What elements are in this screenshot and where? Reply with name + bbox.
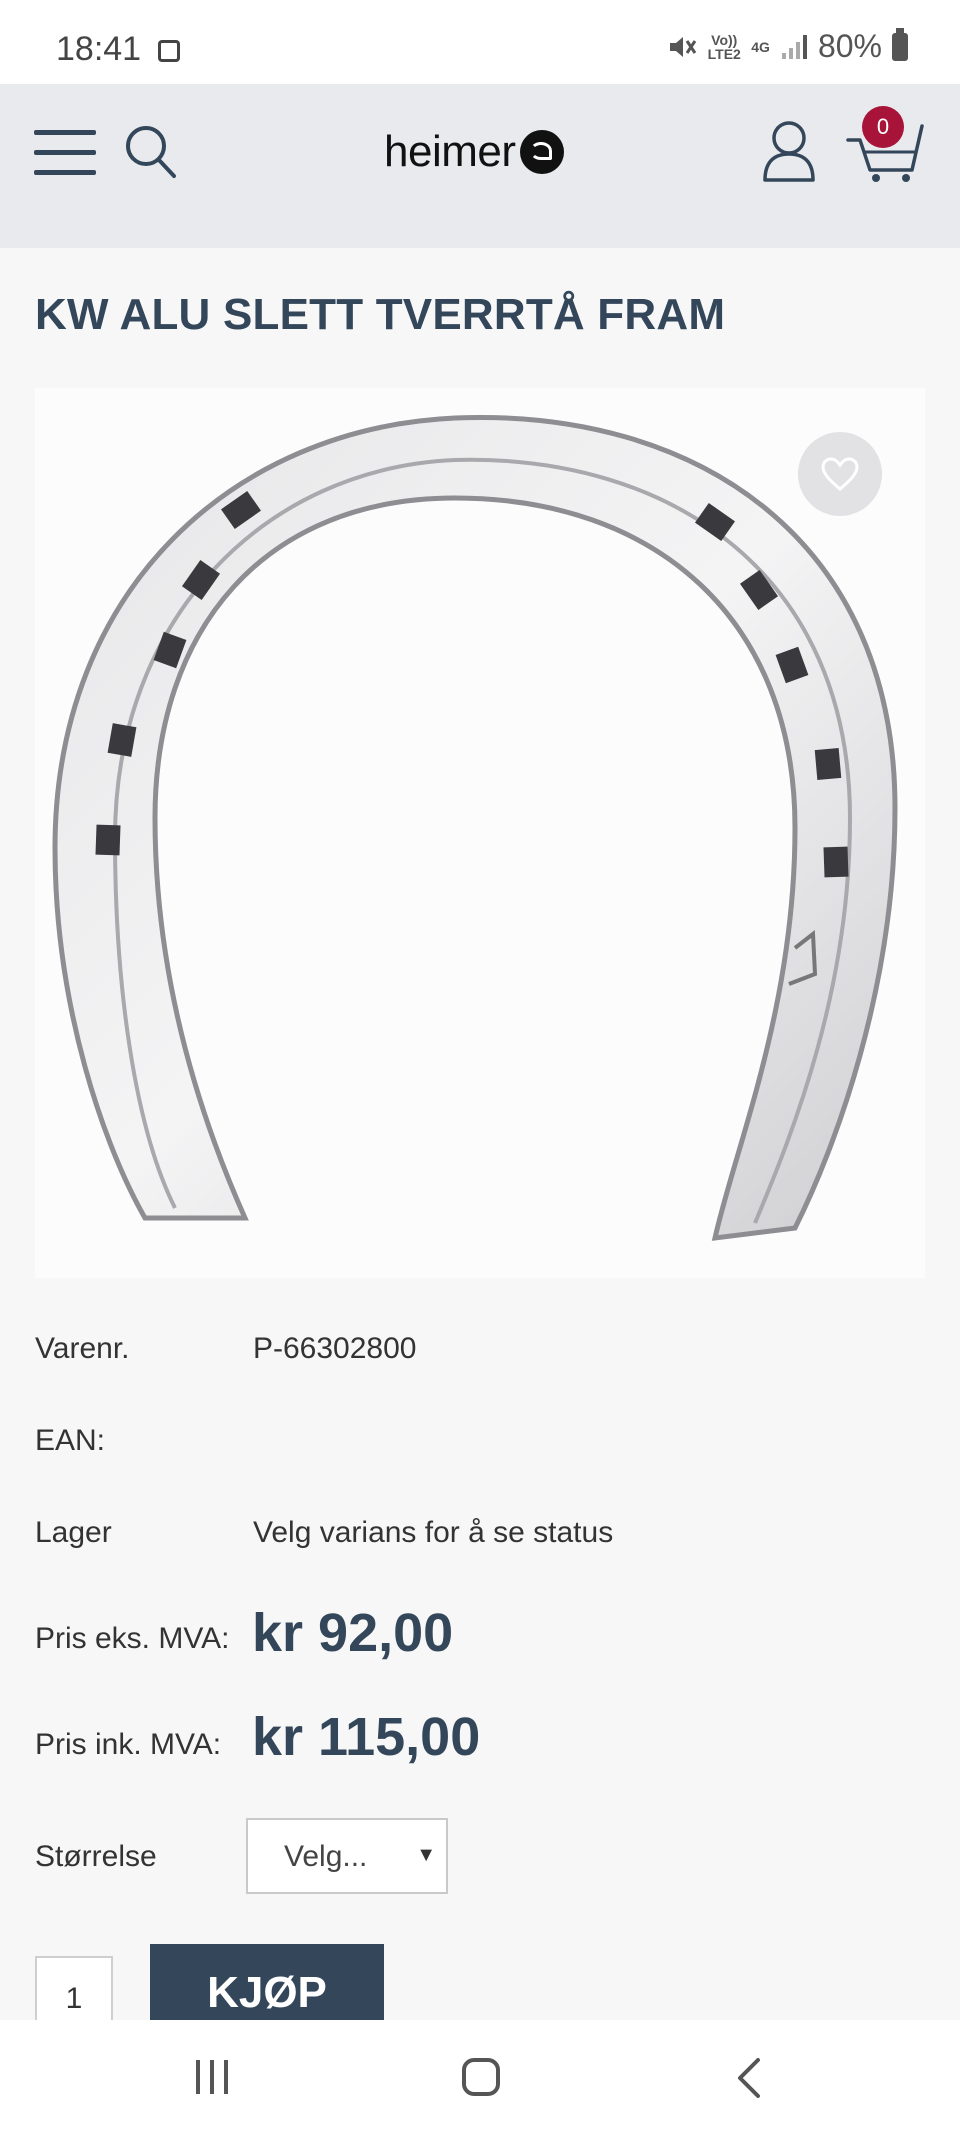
horseshoe-image[interactable] (35, 388, 925, 1278)
product-title: KW ALU SLETT TVERRTÅ FRAM (35, 290, 726, 339)
size-select[interactable]: Velg... ▼ (246, 1818, 448, 1894)
detail-label: EAN: (35, 1424, 106, 1457)
heart-icon (821, 457, 859, 491)
recent-apps-icon[interactable] (194, 2060, 232, 2094)
size-selected-value: Velg... (284, 1840, 368, 1873)
alarm-icon (158, 40, 180, 62)
menu-icon[interactable] (34, 130, 96, 176)
favorite-button[interactable] (798, 432, 882, 516)
price-inc-vat-label: Pris ink. MVA: (35, 1728, 222, 1761)
site-logo[interactable]: heimer (384, 124, 564, 180)
network-label: Vo)) LTE2 (707, 31, 741, 62)
detail-row-ean: EAN: (35, 1424, 253, 1458)
cart-count-badge[interactable]: 0 (862, 106, 904, 148)
mute-icon (670, 36, 697, 57)
signal-icon (781, 34, 807, 59)
detail-value: Velg varians for å se status (253, 1516, 614, 1549)
user-account-icon[interactable] (760, 118, 818, 184)
dropdown-arrow-icon: ▼ (416, 1844, 436, 1866)
size-label: Størrelse (35, 1840, 157, 1873)
detail-row-stock: Lager Velg varians for å se status (35, 1516, 613, 1550)
status-indicators: Vo)) LTE2 4G 80% (667, 27, 908, 65)
network-4g-label: 4G (751, 38, 770, 55)
price-inc-vat: kr 115,00 (252, 1707, 481, 1767)
detail-value: P-66302800 (253, 1332, 417, 1365)
status-time: 18:41 (56, 30, 142, 68)
buy-button[interactable]: KJØP (150, 1944, 384, 2022)
battery-percent: 80% (817, 28, 882, 64)
status-bar: 18:41 Vo)) LTE2 4G 80% (0, 0, 960, 84)
home-icon[interactable] (462, 2058, 500, 2096)
price-ex-vat: kr 92,00 (252, 1603, 454, 1663)
horse-head-logo-icon (519, 130, 564, 174)
detail-label: Varenr. (35, 1332, 130, 1365)
battery-icon (892, 27, 908, 61)
detail-row-item-number: Varenr. P-66302800 (35, 1332, 416, 1366)
price-ex-vat-label: Pris eks. MVA: (35, 1622, 230, 1655)
search-icon[interactable] (124, 124, 178, 180)
detail-label: Lager (35, 1516, 112, 1549)
logo-text: heimer (384, 127, 516, 176)
back-icon[interactable] (732, 2056, 768, 2100)
